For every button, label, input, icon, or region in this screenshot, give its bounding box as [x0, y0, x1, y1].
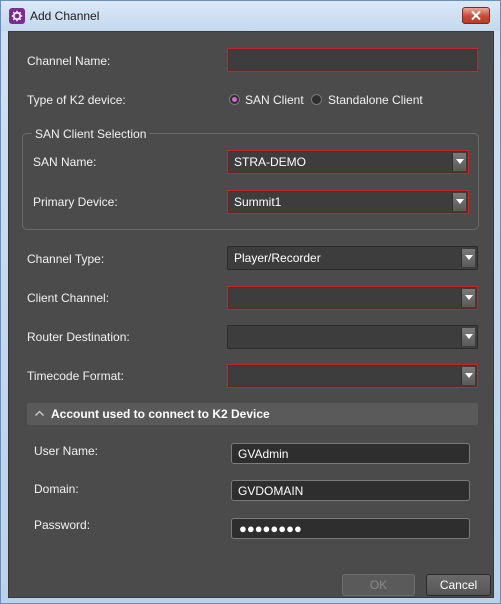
san-client-option-label: SAN Client	[245, 93, 304, 107]
window-title: Add Channel	[30, 9, 100, 23]
password-label: Password:	[34, 518, 91, 532]
chevron-down-icon	[465, 373, 473, 378]
standalone-client-radio[interactable]	[311, 94, 322, 105]
ok-button[interactable]: OK	[342, 574, 415, 596]
close-icon	[471, 11, 481, 20]
close-button[interactable]	[462, 7, 490, 24]
k2-device-type-label: Type of K2 device:	[27, 93, 126, 107]
san-name-dropdown-button[interactable]	[452, 153, 466, 171]
primary-device-dropdown-button[interactable]	[452, 193, 466, 211]
chevron-down-icon	[456, 159, 464, 164]
channel-name-input[interactable]	[227, 48, 478, 72]
title-bar: Add Channel	[1, 1, 500, 31]
chevron-up-icon	[35, 410, 44, 416]
primary-device-dropdown[interactable]: Summit1	[227, 190, 469, 214]
app-icon	[9, 8, 25, 24]
password-input[interactable]: ●●●●●●●●	[231, 518, 470, 539]
standalone-client-option-label: Standalone Client	[328, 93, 423, 107]
chevron-down-icon	[465, 255, 473, 260]
channel-name-label: Channel Name:	[27, 54, 111, 68]
router-destination-dropdown-button[interactable]	[461, 328, 475, 346]
channel-type-dropdown-button[interactable]	[461, 249, 475, 267]
timecode-format-dropdown[interactable]	[227, 364, 478, 388]
dialog-body: Channel Name: Type of K2 device: SAN Cli…	[8, 31, 494, 598]
chevron-down-icon	[465, 334, 473, 339]
client-channel-dropdown[interactable]	[227, 286, 478, 310]
san-name-dropdown[interactable]: STRA-DEMO	[227, 150, 469, 174]
client-channel-label: Client Channel:	[27, 291, 110, 305]
san-client-selection-title: SAN Client Selection	[32, 127, 150, 141]
chevron-down-icon	[456, 199, 464, 204]
timecode-format-label: Timecode Format:	[27, 369, 124, 383]
add-channel-window: Add Channel Channel Name: Type of K2 dev…	[0, 0, 501, 604]
san-client-selection-group	[22, 133, 479, 230]
channel-type-dropdown[interactable]: Player/Recorder	[227, 246, 478, 270]
channel-type-label: Channel Type:	[27, 252, 105, 266]
timecode-format-dropdown-button[interactable]	[461, 367, 475, 385]
san-client-radio[interactable]	[229, 94, 240, 105]
router-destination-dropdown[interactable]	[227, 325, 478, 349]
user-name-label: User Name:	[34, 444, 99, 458]
router-destination-label: Router Destination:	[27, 330, 130, 344]
account-section-title: Account used to connect to K2 Device	[51, 407, 270, 421]
san-name-label: SAN Name:	[33, 155, 97, 169]
domain-label: Domain:	[34, 482, 79, 496]
primary-device-label: Primary Device:	[33, 195, 118, 209]
chevron-down-icon	[465, 295, 473, 300]
user-name-input[interactable]: GVAdmin	[231, 443, 470, 464]
domain-input[interactable]: GVDOMAIN	[231, 480, 470, 501]
client-channel-dropdown-button[interactable]	[461, 289, 475, 307]
cancel-button[interactable]: Cancel	[426, 574, 491, 596]
account-section-header[interactable]: Account used to connect to K2 Device	[27, 403, 478, 425]
